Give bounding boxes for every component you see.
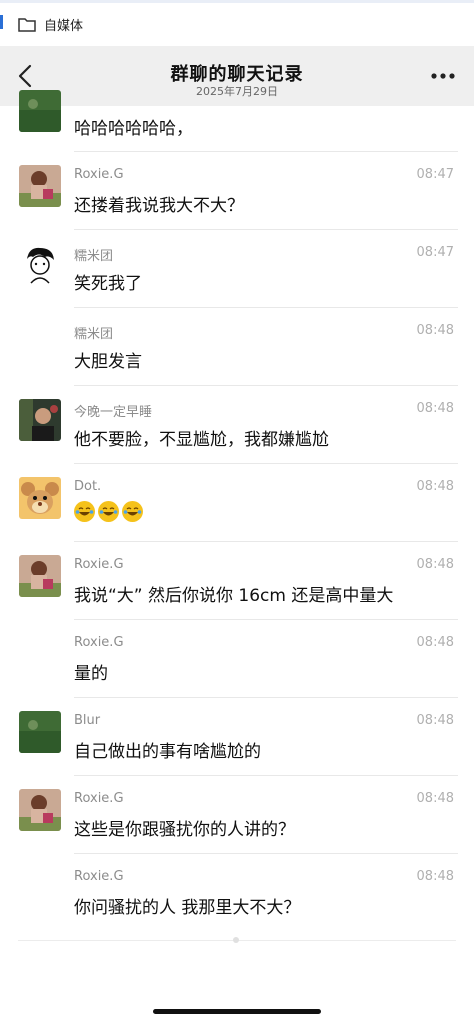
message-item[interactable]: Dot. 08:48 <box>0 464 474 542</box>
message-item[interactable]: Blur 08:48 自己做出的事有啥尴尬的 <box>0 698 474 776</box>
message-text: 自己做出的事有啥尴尬的 <box>74 742 261 762</box>
message-item[interactable]: Roxie.G 08:48 量的 <box>0 620 474 698</box>
cartoon-mouse-avatar[interactable] <box>19 477 61 519</box>
message-item[interactable]: Roxie.G 08:47 还搂着我说我大不大？ <box>0 152 474 230</box>
laughing-crying-emoji-icon <box>98 501 119 522</box>
sender-name: Blur <box>74 713 101 728</box>
message-text: 我说“大” 然后你说你 16cm 还是高中量大 <box>74 586 394 606</box>
message-text: 哈哈哈哈哈哈， <box>74 119 193 139</box>
message-time: 08:47 <box>416 167 454 182</box>
sender-name: Roxie.G <box>74 791 124 806</box>
more-options-icon[interactable] <box>430 68 456 84</box>
page-date: 2025年7月29日 <box>196 85 278 98</box>
message-time: 08:48 <box>416 713 454 728</box>
laughing-crying-emoji-icon <box>122 501 143 522</box>
message-text: 还搂着我说我大不大？ <box>74 196 244 216</box>
home-indicator[interactable] <box>153 1009 321 1014</box>
sender-name: Roxie.G <box>74 869 124 884</box>
emoji-row <box>74 501 146 524</box>
roxie-avatar[interactable] <box>19 165 61 207</box>
laughing-crying-emoji-icon <box>74 501 95 522</box>
man-photo-avatar[interactable] <box>19 399 61 441</box>
message-time: 08:48 <box>416 323 454 338</box>
sender-name: Roxie.G <box>74 635 124 650</box>
roxie-avatar[interactable] <box>19 555 61 597</box>
message-text: 大胆发言 <box>74 352 142 372</box>
message-text: 这些是你跟骚扰你的人讲的？ <box>74 820 295 840</box>
sender-name: Roxie.G <box>74 557 124 572</box>
sender-name: Dot. <box>74 479 102 494</box>
top-strip: 自媒体 <box>0 0 474 46</box>
message-item[interactable]: 糯米团 08:47 笑死我了 <box>0 230 474 308</box>
message-time: 08:48 <box>416 557 454 572</box>
message-text: 量的 <box>74 664 108 684</box>
sketch-boy-avatar[interactable] <box>19 243 61 285</box>
roxie-avatar[interactable] <box>19 789 61 831</box>
message-time: 08:47 <box>416 245 454 260</box>
message-item[interactable]: 哈哈哈哈哈哈， <box>0 90 474 152</box>
message-text: 他不要脸，不显尴尬，我都嫌尴尬 <box>74 430 329 450</box>
message-item[interactable]: Roxie.G 08:48 你问骚扰的人 我那里大不大？ <box>0 854 474 932</box>
sender-name: 今晚一定早睡 <box>74 405 153 420</box>
message-time: 08:48 <box>416 635 454 650</box>
message-time: 08:48 <box>416 479 454 494</box>
message-item[interactable]: Roxie.G 08:48 我说“大” 然后你说你 16cm 还是高中量大 <box>0 542 474 620</box>
left-edge-marker <box>0 15 3 29</box>
list-end-dot <box>233 937 239 943</box>
message-item[interactable]: 今晚一定早睡 08:48 他不要脸，不显尴尬，我都嫌尴尬 <box>0 386 474 464</box>
message-item[interactable]: Roxie.G 08:48 这些是你跟骚扰你的人讲的？ <box>0 776 474 854</box>
message-time: 08:48 <box>416 869 454 884</box>
message-time: 08:48 <box>416 791 454 806</box>
message-list: 哈哈哈哈哈哈， Roxie.G 08:47 还搂着我说我大不大？ 糯米团 08:… <box>0 90 474 932</box>
green-field-avatar[interactable] <box>19 711 61 753</box>
sender-name: Roxie.G <box>74 167 124 182</box>
folder-icon[interactable] <box>18 16 36 32</box>
message-text: 你问骚扰的人 我那里大不大？ <box>74 898 301 918</box>
message-text: 笑死我了 <box>74 274 142 294</box>
message-time: 08:48 <box>416 401 454 416</box>
message-item[interactable]: 糯米团 08:48 大胆发言 <box>0 308 474 386</box>
sender-name: 糯米团 <box>74 327 114 342</box>
nav-bar: 群聊的聊天记录 2025年7月29日 <box>0 46 474 106</box>
folder-label[interactable]: 自媒体 <box>44 15 83 34</box>
sender-name: 糯米团 <box>74 249 114 264</box>
green-field-avatar[interactable] <box>19 90 61 132</box>
